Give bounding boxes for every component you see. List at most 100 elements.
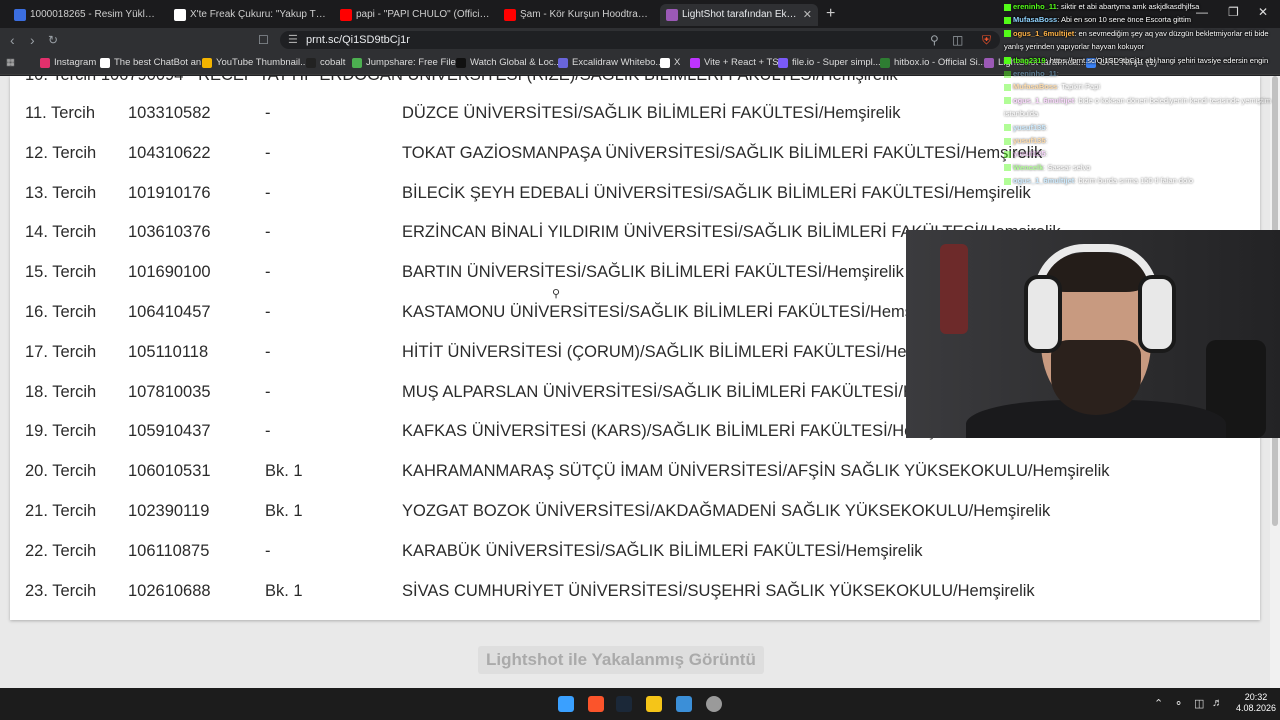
kick-badge-icon (1004, 124, 1011, 132)
code-cell: 104310622 (128, 143, 211, 162)
taskbar-clock[interactable]: 20:32 4.08.2026 (1236, 692, 1276, 714)
bookmark-favicon-icon (660, 58, 670, 68)
rank-cell: 11. Tercih (25, 104, 96, 122)
microphone-icon[interactable]: ⚬ (1174, 697, 1183, 710)
url-input[interactable]: ☰ prnt.sc/Qi1SD9tbCj1r (280, 31, 1000, 49)
clock-date: 4.08.2026 (1236, 703, 1277, 713)
bookmark-item[interactable]: hitbox.io - Official Si... (880, 55, 986, 71)
rank-cell: 17. Tercih (25, 342, 97, 361)
rank-cell: 15. Tercih (25, 263, 97, 282)
bookmark-label: YouTube Thumbnail... (216, 57, 309, 68)
kick-badge-icon (1004, 150, 1011, 158)
chat-username: MufasaBoss (1013, 15, 1058, 25)
bookmark-item[interactable]: YouTube Thumbnail... (202, 55, 308, 71)
browser-tab-active[interactable]: LightShot tarafından Ekran Görün...✕ (660, 4, 818, 26)
program-cell: SİVAS CUMHURİYET ÜNİVERSİTESİ/SUŞEHRİ SA… (402, 581, 1035, 600)
note-cell: Bk. 1 (265, 502, 303, 520)
chat-message: Wencelk: Sassar selvo (1004, 163, 1090, 173)
note-cell: - (265, 422, 271, 441)
kick-badge-icon (1004, 83, 1011, 91)
code-cell: 105910437 (128, 422, 211, 441)
kick-badge-icon (1004, 30, 1011, 38)
clock-time: 20:32 (1244, 692, 1268, 702)
site-settings-icon[interactable]: ☰ (288, 31, 298, 49)
rank-cell: 16. Tercih (25, 303, 97, 321)
tray-chevron-icon[interactable]: ⌃ (1154, 697, 1163, 710)
code-cell: 101910176 (128, 183, 211, 202)
code-cell: 103610376 (128, 223, 211, 242)
code-cell: 103310582 (128, 104, 211, 122)
program-cell: KASTAMONU ÜNİVERSİTESİ/SAĞLIK BİLİMLERİ … (402, 303, 947, 321)
apps-icon[interactable]: ▦ (6, 55, 15, 71)
browser-tab[interactable]: papi - "PAPI CHULO" (Official Music V... (334, 4, 492, 26)
program-cell: KAHRAMANMARAŞ SÜTÇÜ İMAM ÜNİVERSİTESİ/AF… (402, 462, 1110, 481)
bookmark-icon[interactable]: ☐ (258, 31, 269, 49)
browser-tab[interactable]: X'te Freak Çukuru: "Yakup TV, kızlarda..… (168, 4, 326, 26)
program-cell: KAFKAS ÜNİVERSİTESİ (KARS)/SAĞLIK BİLİML… (402, 422, 970, 441)
bookmark-item[interactable]: cobalt (306, 55, 345, 71)
chat-message: ogus_1_6multijet: bizim burda sırma 150 … (1004, 176, 1193, 186)
bookmark-favicon-icon (880, 58, 890, 68)
bookmark-item[interactable]: Excalidraw Whitebo... (558, 55, 663, 71)
program-cell: MUŞ ALPARSLAN ÜNİVERSİTESİ/SAĞLIK BİLİML… (402, 382, 980, 401)
tab-close-icon[interactable]: ✕ (803, 4, 812, 26)
file-explorer-icon[interactable] (646, 696, 662, 712)
bookmark-item[interactable]: file.io - Super simpl... (778, 55, 881, 71)
browser-tab[interactable]: 1000018265 - Resim Yükle - Hızlı Resi... (8, 4, 160, 26)
obs-icon[interactable] (706, 696, 722, 712)
note-cell: - (265, 303, 271, 321)
rank-cell: 13. Tercih (25, 183, 97, 202)
chat-text: : bizim burda sırma 150 tl falan dolo (1074, 176, 1194, 186)
tab-label: X'te Freak Çukuru: "Yakup TV, kızlarda..… (190, 9, 326, 20)
chat-text: : (1056, 69, 1059, 78)
chat-message: yusuf135: (1004, 136, 1048, 146)
rank-cell: 19. Tercih (25, 422, 97, 441)
program-cell: YOZGAT BOZOK ÜNİVERSİTESİ/AKDAĞMADENİ SA… (402, 502, 1051, 520)
steam-icon[interactable] (616, 696, 632, 712)
chat-username: ogus_1_6multijet (1013, 28, 1075, 38)
reload-icon[interactable]: ↻ (48, 31, 58, 49)
bookmark-item[interactable]: Watch Global & Loc... (456, 55, 562, 71)
bookmark-item[interactable]: Jumpshare: Free File... (352, 55, 464, 71)
zoom-icon[interactable]: ⚲ (930, 31, 939, 49)
forward-icon[interactable]: › (30, 31, 35, 49)
brave-icon[interactable] (588, 696, 604, 712)
cast-icon[interactable]: ◫ (952, 31, 963, 49)
code-cell: 106010531 (128, 462, 211, 481)
note-cell: - (265, 263, 271, 282)
tab-label: LightShot tarafından Ekran Görün... (682, 9, 818, 20)
browser-tab[interactable]: Şam - Kör Kurşun Hoodtrap | @Efesos... (498, 4, 652, 26)
bookmark-favicon-icon (690, 58, 700, 68)
back-icon[interactable]: ‹ (10, 31, 15, 49)
chat-message: tbag2319: https://prnt.sc/Qi1SD9tbCj1r a… (1004, 56, 1268, 66)
new-tab-button[interactable]: + (826, 4, 835, 24)
kick-badge-icon (1004, 70, 1011, 78)
bookmark-item[interactable]: The best ChatBot an... (100, 55, 209, 71)
streamer-beard (1051, 340, 1141, 415)
bookmark-label: file.io - Super simpl... (792, 57, 881, 68)
bookmark-item[interactable]: Vite + React + TS (690, 55, 779, 71)
chat-message: yusuf135: (1004, 123, 1048, 133)
code-cell: 101690100 (128, 263, 211, 282)
headphone-left (1024, 275, 1062, 353)
chat-username: yusuf135 (1013, 136, 1046, 145)
chat-username: MufasaBoss (1013, 82, 1058, 92)
store-icon[interactable] (676, 696, 692, 712)
brave-shield-icon[interactable]: ⛨ (982, 31, 991, 49)
volume-icon[interactable]: ♬ (1212, 697, 1223, 709)
bookmark-item[interactable]: Instagram (40, 55, 96, 71)
chat-username: yusuf135 (1013, 122, 1046, 132)
kick-badge-icon (1004, 164, 1011, 172)
bookmark-label: Instagram (54, 57, 97, 68)
chat-text: : siktir et abi abartyma amk askjdkasdhj… (1056, 2, 1200, 11)
tab-label: papi - "PAPI CHULO" (Official Music V... (356, 9, 492, 20)
chat-message: MufasaBoss: Abi en son 10 sene önce Esco… (1004, 15, 1191, 25)
chat-username: tbag2319 (1013, 55, 1046, 65)
code-cell: 102610688 (128, 581, 211, 600)
program-cell: DÜZCE ÜNİVERSİTESİ/SAĞLIK BİLİMLERİ FAKÜ… (402, 104, 901, 122)
network-icon[interactable]: ◫ (1194, 697, 1204, 710)
bookmark-item[interactable]: X (660, 55, 680, 71)
table-row: 22. Tercih 106110875 - KARABÜK ÜNİVERSİTESİ… (10, 534, 1260, 570)
start-icon[interactable] (558, 696, 574, 712)
code-cell: 102390119 (128, 502, 210, 520)
